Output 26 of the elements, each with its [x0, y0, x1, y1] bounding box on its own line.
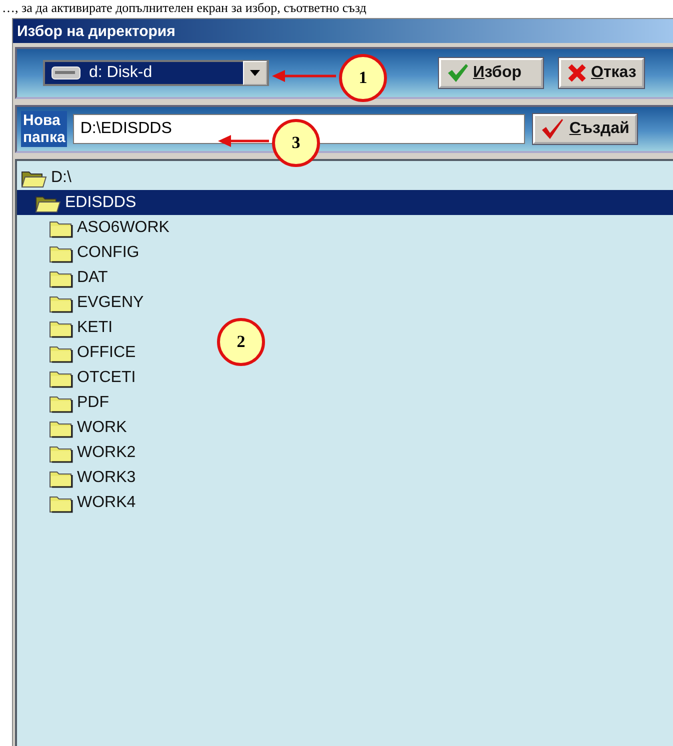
tree-item[interactable]: DAT [17, 265, 112, 290]
tree-item[interactable]: EVGENY [17, 290, 148, 315]
new-folder-label: Нова папка [21, 111, 68, 147]
tree-item[interactable]: OTCETI [17, 365, 140, 390]
checkmark-icon [447, 63, 469, 83]
checkmark-icon [541, 118, 566, 140]
create-button[interactable]: Създай [533, 114, 638, 144]
cancel-button[interactable]: Отказ [559, 58, 644, 88]
dropdown-caret-icon[interactable] [243, 61, 267, 85]
tree-item[interactable]: D:\ [17, 165, 76, 190]
tree-item[interactable]: WORK [17, 415, 131, 440]
tree-item[interactable]: CONFIG [17, 240, 144, 265]
tree-item[interactable]: KETI [17, 315, 117, 340]
tree-item[interactable]: OFFICE [17, 340, 140, 365]
window-title: Избор на директория [13, 19, 673, 43]
close-icon [567, 63, 587, 83]
tree-item[interactable]: WORK4 [17, 490, 140, 515]
caption-text: …, за да активирате допълнителен екран за избор, съответно създ [1, 0, 366, 16]
drive-icon [51, 66, 81, 80]
select-button[interactable]: Избор [439, 58, 543, 88]
tree-item[interactable]: PDF [17, 390, 113, 415]
drive-dropdown[interactable]: d: Disk-d [43, 60, 269, 86]
tree-item[interactable]: EDISDDS [17, 190, 673, 215]
tree-item[interactable]: ASO6WORK [17, 215, 174, 240]
tree-item[interactable]: WORK3 [17, 465, 140, 490]
tree-item[interactable]: WORK2 [17, 440, 140, 465]
